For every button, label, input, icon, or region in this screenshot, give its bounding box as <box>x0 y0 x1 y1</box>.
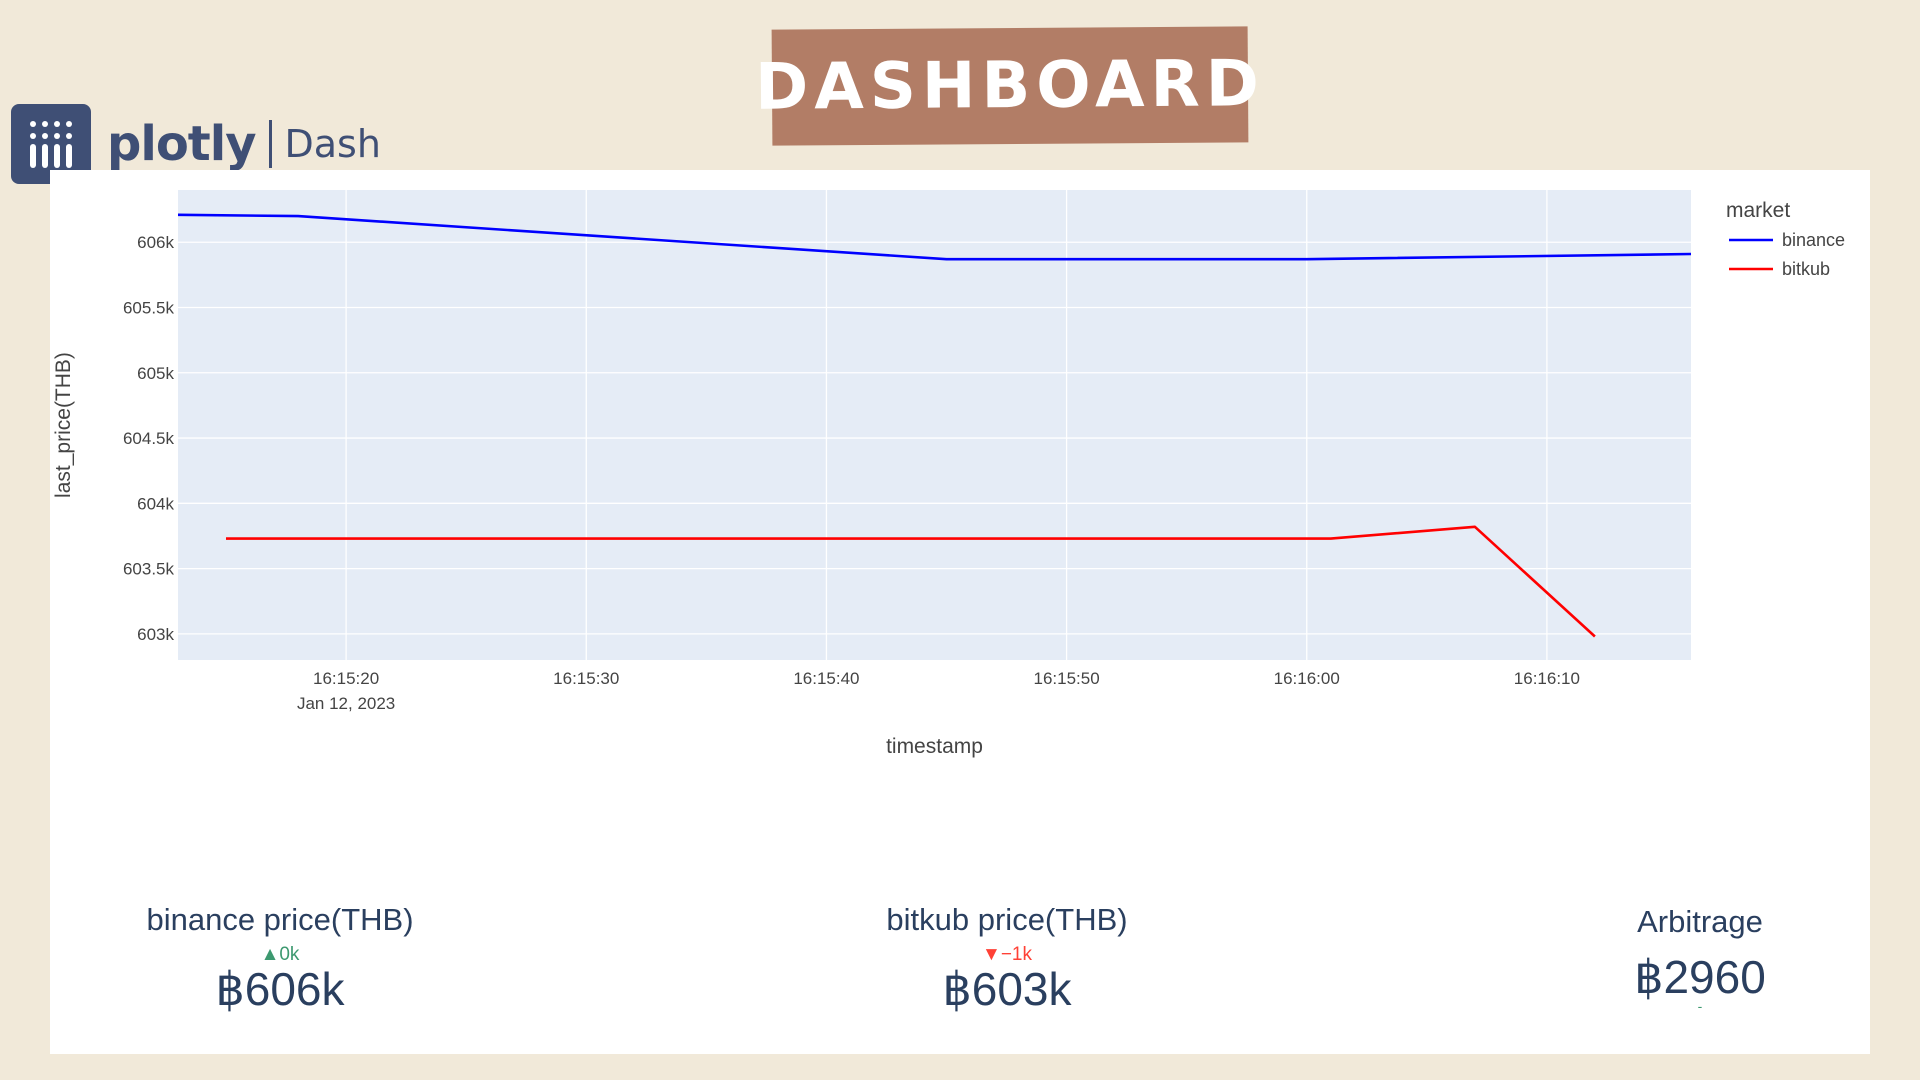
bitkub-price-value: ฿603k <box>942 963 1072 1015</box>
dashboard-panel: 603k 603.5k 604k 604.5k 605k 605.5k 606k 16:15… <box>50 170 1870 1054</box>
chart-legend[interactable]: market binance bitkub <box>1726 199 1845 279</box>
y-tick-label: 604.5k <box>123 429 175 448</box>
arbitrage-indicator: Arbitrage ฿2960 - <box>1550 904 1850 1014</box>
plot-area <box>178 190 1691 660</box>
y-tick-label: 603.5k <box>123 560 175 579</box>
y-tick-label: 605.5k <box>123 299 175 318</box>
y-tick-label: 603k <box>137 625 174 644</box>
y-tick-label: 604k <box>137 494 174 513</box>
y-tick-label: 606k <box>137 233 174 252</box>
banner-title: DASHBOARD <box>754 47 1266 125</box>
x-tick-date-label: Jan 12, 2023 <box>297 694 395 713</box>
y-axis-title: last_price(THB) <box>52 352 75 498</box>
x-tick-label: 16:15:40 <box>793 669 859 688</box>
arbitrage-value: ฿2960 <box>1634 951 1766 1003</box>
arbitrage-title: Arbitrage <box>1637 904 1763 939</box>
bitkub-price-indicator: bitkub price(THB) ▼−1k ฿603k <box>807 902 1207 1016</box>
logo-divider <box>269 120 273 168</box>
binance-price-indicator: binance price(THB) ▲0k ฿606k <box>80 902 480 1016</box>
x-tick-label: 16:16:10 <box>1514 669 1580 688</box>
x-tick-label: 16:15:20 <box>313 669 379 688</box>
legend-item-bitkub[interactable]: bitkub <box>1782 259 1830 279</box>
logo-wordmark: plotly <box>107 116 256 172</box>
dashboard-banner: DASHBOARD <box>755 26 1265 146</box>
legend-title: market <box>1726 199 1790 222</box>
binance-price-value: ฿606k <box>215 963 345 1015</box>
x-tick-label: 16:15:30 <box>553 669 619 688</box>
bitkub-price-title: bitkub price(THB) <box>886 902 1128 937</box>
x-axis-title: timestamp <box>886 735 983 758</box>
price-line-chart[interactable]: 603k 603.5k 604k 604.5k 605k 605.5k 606k 16:15… <box>50 170 1870 770</box>
logo-product: Dash <box>284 122 381 166</box>
x-tick-label: 16:15:50 <box>1033 669 1099 688</box>
y-tick-label: 605k <box>137 364 174 383</box>
arbitrage-delta: - <box>1697 998 1703 1014</box>
x-tick-label: 16:16:00 <box>1274 669 1340 688</box>
legend-item-binance[interactable]: binance <box>1782 230 1845 250</box>
binance-price-title: binance price(THB) <box>146 902 414 937</box>
